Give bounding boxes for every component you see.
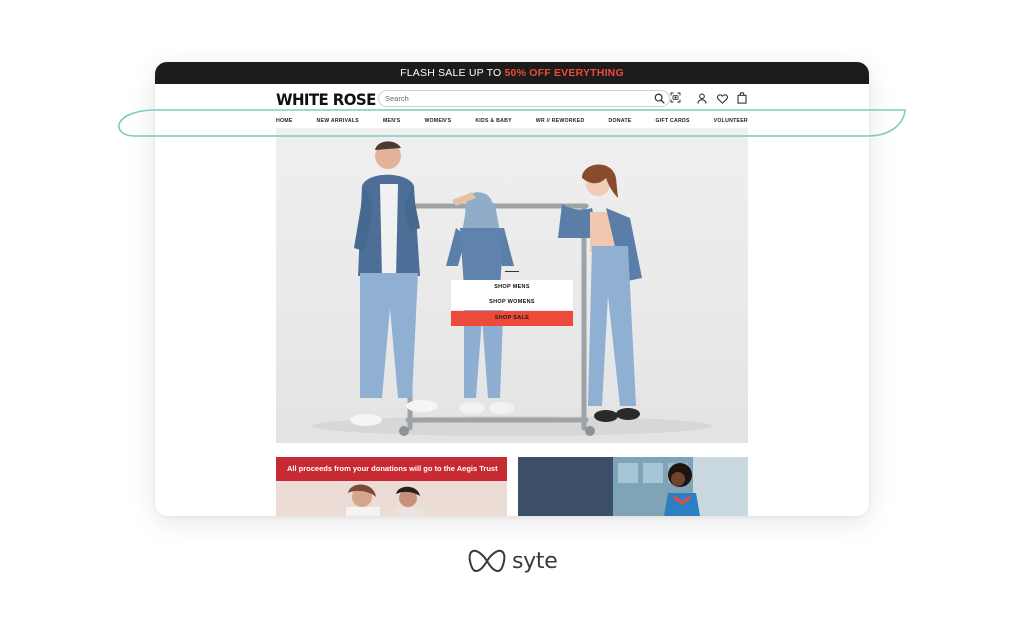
nav-item-home[interactable]: HOME	[276, 118, 293, 124]
donation-card[interactable]: All proceeds from your donations will go…	[276, 457, 507, 516]
nav-item-kids-baby[interactable]: KIDS & BABY	[475, 118, 511, 124]
shop-mens-button[interactable]: SHOP MENS	[451, 280, 573, 295]
hero-banner[interactable]: SHOP MENS SHOP WOMENS SHOP SALE	[276, 128, 748, 443]
syte-logo-icon	[468, 549, 506, 573]
bag-icon[interactable]	[737, 92, 747, 104]
donation-image	[276, 481, 507, 516]
donation-banner: All proceeds from your donations will go…	[276, 457, 507, 481]
nav-item-mens[interactable]: MEN'S	[383, 118, 400, 124]
shop-womens-button[interactable]: SHOP WOMENS	[451, 295, 573, 310]
browser-frame: FLASH SALE UP TO 50% OFF EVERYTHING WHIT…	[155, 62, 869, 516]
nav-item-gift-cards[interactable]: GIFT CARDS	[655, 118, 689, 124]
nav-item-womens[interactable]: WOMEN'S	[424, 118, 451, 124]
syte-brand-name: syte	[512, 548, 558, 574]
promo-highlight: 50% OFF EVERYTHING	[504, 67, 624, 79]
promo-bar[interactable]: FLASH SALE UP TO 50% OFF EVERYTHING	[155, 62, 869, 84]
promo-text: FLASH SALE UP TO	[400, 67, 505, 79]
nav-item-reworked[interactable]: WR // REWORKED	[536, 118, 585, 124]
nav-item-volunteer[interactable]: VOLUNTEER	[714, 118, 748, 124]
nav-item-donate[interactable]: DONATE	[608, 118, 631, 124]
search-input[interactable]	[385, 92, 645, 105]
account-icon[interactable]	[697, 93, 707, 104]
model-left	[350, 141, 438, 426]
search-icon[interactable]	[654, 93, 665, 104]
nav-item-new-arrivals[interactable]: NEW ARRIVALS	[317, 118, 359, 124]
shop-sale-button[interactable]: SHOP SALE	[451, 311, 573, 326]
main-nav: HOME NEW ARRIVALS MEN'S WOMEN'S KIDS & B…	[276, 114, 748, 128]
logo-text: WHITE ROSE	[276, 90, 376, 110]
camera-search-icon[interactable]	[670, 92, 681, 103]
shop-menu: SHOP MENS SHOP WOMENS SHOP SALE	[451, 271, 573, 326]
search-bar[interactable]	[378, 90, 670, 107]
wishlist-heart-icon[interactable]	[717, 94, 728, 104]
feature-card[interactable]	[518, 457, 748, 516]
syte-brand: syte	[468, 547, 558, 575]
feature-image	[518, 457, 748, 516]
hanger-line	[505, 271, 519, 272]
